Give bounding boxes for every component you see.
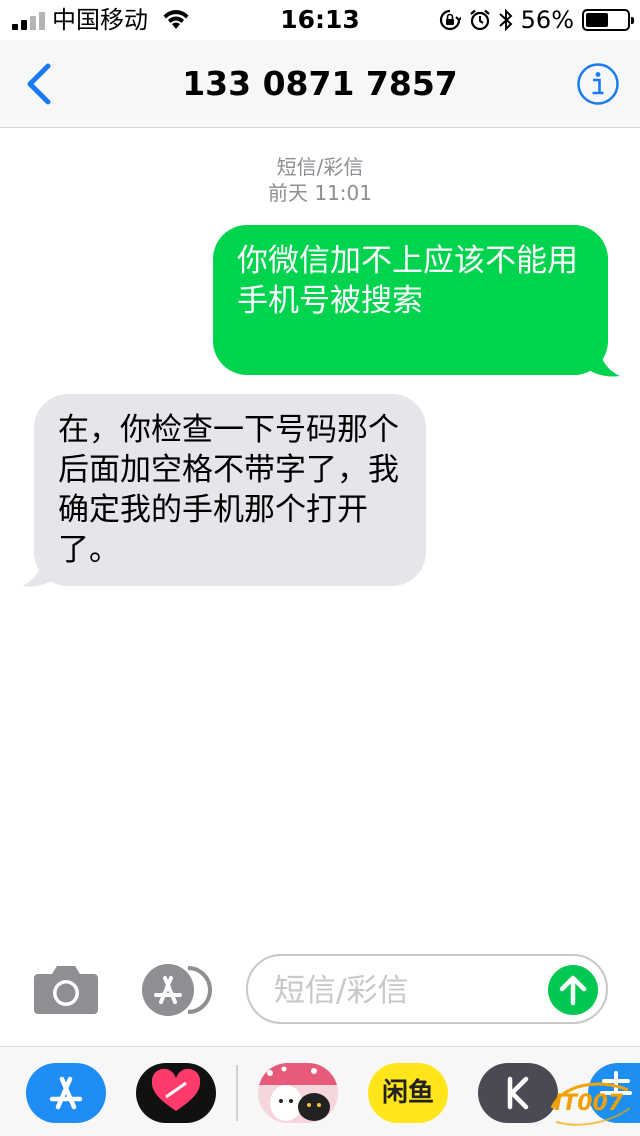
camera-icon[interactable] — [34, 962, 98, 1014]
kuaishou-icon[interactable] — [478, 1063, 558, 1123]
received-message-text: 在，你检查一下号码那个后面加空格不带字了，我确定我的手机那个打开了。 — [58, 412, 399, 568]
xianyu-label: 闲鱼 — [381, 1078, 434, 1108]
up-arrow-icon — [559, 975, 587, 1006]
message-text-input[interactable]: 短信/彩信 — [246, 954, 608, 1024]
bluetooth-icon — [498, 8, 513, 32]
contact-number-title[interactable]: 133 0871 7857 — [0, 64, 640, 104]
app-drawer-divider — [236, 1065, 238, 1121]
watermark-text: IT007 — [554, 1091, 624, 1116]
orientation-lock-icon — [439, 9, 461, 31]
xianyu-icon[interactable]: 闲鱼 — [368, 1063, 448, 1123]
message-input-placeholder: 短信/彩信 — [274, 973, 409, 1009]
app-store-icon[interactable] — [26, 1063, 106, 1123]
status-right-group: 56% — [439, 6, 634, 34]
received-message-bubble[interactable]: 在，你检查一下号码那个后面加空格不带字了，我确定我的手机那个打开了。 — [34, 394, 426, 586]
imessage-app-drawer: 闲鱼 IT007 — [0, 1046, 640, 1136]
messages-screen: 中国移动 16:13 56% 133 0871 7857 短信/彩信 前天 11… — [0, 0, 640, 1136]
app-store-apps-icon[interactable] — [140, 964, 214, 1016]
status-bar: 中国移动 16:13 56% — [0, 0, 640, 40]
sent-message-bubble[interactable]: 你微信加不上应该不能用手机号被搜索 — [213, 225, 608, 375]
send-button[interactable] — [548, 965, 598, 1015]
message-service-label: 短信/彩信 — [276, 155, 364, 179]
battery-percentage: 56% — [520, 6, 574, 34]
digital-touch-icon[interactable] — [136, 1063, 216, 1123]
battery-terminal — [631, 17, 634, 24]
sent-message-text: 你微信加不上应该不能用手机号被搜索 — [237, 243, 578, 319]
battery-level — [586, 13, 609, 27]
alarm-icon — [469, 9, 490, 31]
navigation-bar: 133 0871 7857 — [0, 40, 640, 128]
watermark: IT007 — [548, 1078, 634, 1128]
sticker-icon[interactable] — [258, 1063, 338, 1123]
battery-icon — [582, 9, 634, 31]
message-timestamp: 前天 11:01 — [268, 181, 372, 205]
info-icon[interactable] — [576, 62, 620, 106]
